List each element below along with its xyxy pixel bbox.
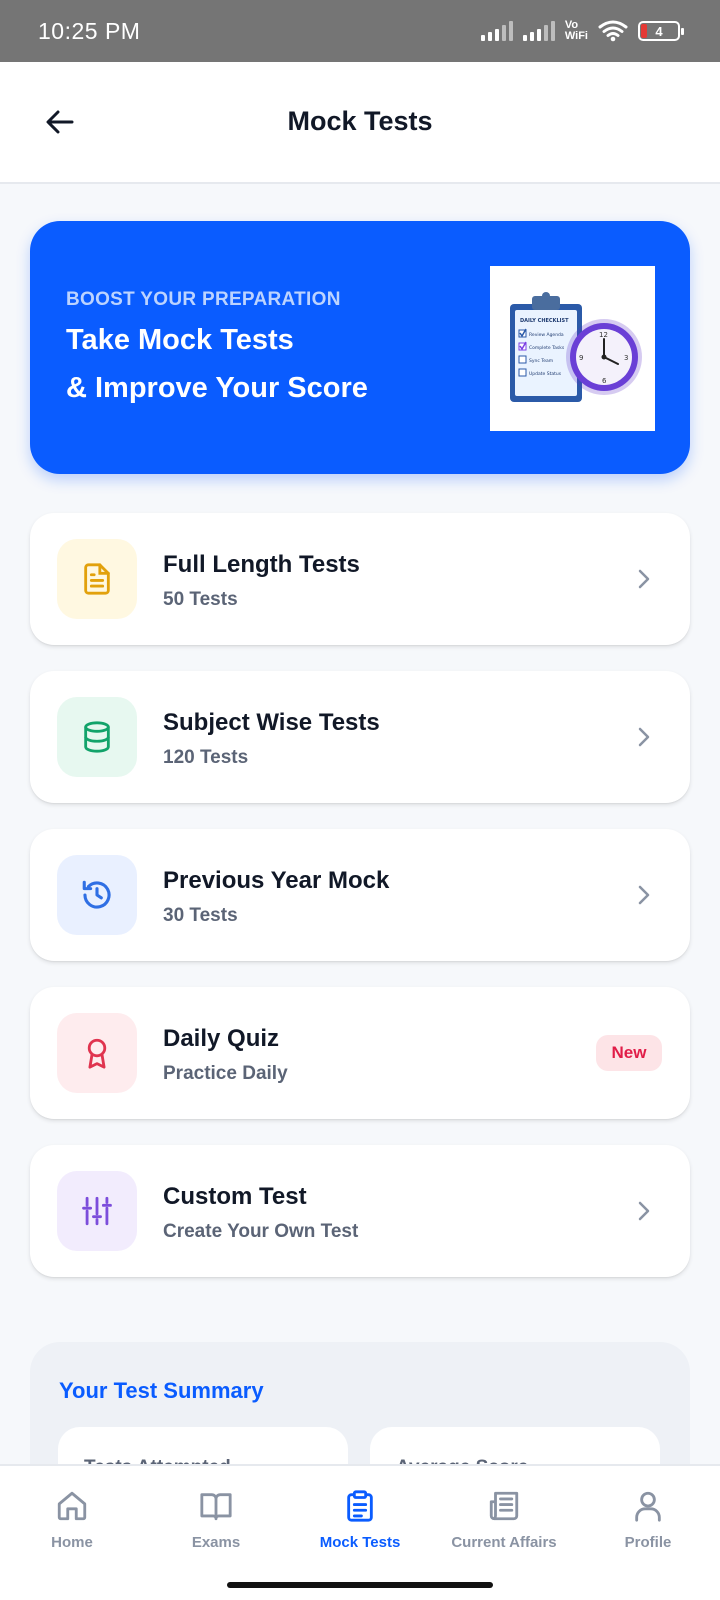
category-card-subject-wise[interactable]: Subject Wise Tests 120 Tests [30, 671, 690, 803]
promo-banner[interactable]: BOOST YOUR PREPARATION Take Mock Tests &… [30, 221, 690, 474]
book-icon [198, 1488, 234, 1524]
chevron-right-icon [632, 565, 656, 593]
clipboard-icon [342, 1488, 378, 1524]
nav-label: Exams [191, 1534, 241, 1551]
database-icon [84, 721, 110, 753]
user-icon [630, 1488, 666, 1524]
card-title: Subject Wise Tests [163, 709, 380, 736]
app-header: Mock Tests [0, 62, 720, 184]
signal-icon-2 [522, 21, 555, 41]
card-icon-tile [57, 855, 137, 935]
card-subtitle: 120 Tests [163, 747, 249, 768]
signal-icon [480, 21, 513, 41]
bottom-nav: Home Exams Mock Tests Current Affairs Pr… [0, 1464, 720, 1600]
checklist-clock-illustration: DAILY CHECKLIST Review Agenda Complete T… [509, 291, 642, 402]
nav-label: Current Affairs [451, 1534, 557, 1551]
svg-text:DAILY CHECKLIST: DAILY CHECKLIST [520, 318, 569, 324]
newspaper-icon [486, 1488, 522, 1524]
svg-text:9: 9 [579, 354, 583, 362]
svg-text:12: 12 [599, 331, 608, 339]
category-card-custom-test[interactable]: Custom Test Create Your Own Test [30, 1145, 690, 1277]
svg-text:Review Agenda: Review Agenda [529, 332, 564, 338]
banner-subheadline: & Improve Your Score [66, 372, 368, 404]
sliders-icon [82, 1196, 112, 1226]
vowifi-line2: WiFi [564, 30, 588, 42]
card-icon-tile [57, 1013, 137, 1093]
nav-mock-tests[interactable]: Mock Tests [288, 1488, 432, 1558]
nav-home[interactable]: Home [0, 1488, 144, 1558]
nav-exams[interactable]: Exams [144, 1488, 288, 1558]
card-title: Custom Test [163, 1183, 307, 1210]
nav-profile[interactable]: Profile [576, 1488, 720, 1558]
document-icon [84, 563, 110, 595]
nav-current-affairs[interactable]: Current Affairs [432, 1488, 576, 1558]
battery-icon: 4 [638, 21, 684, 41]
category-card-full-length[interactable]: Full Length Tests 50 Tests [30, 513, 690, 645]
svg-text:Complete Tasks: Complete Tasks [529, 345, 565, 351]
banner-headline: Take Mock Tests [66, 324, 294, 356]
page-title: Mock Tests [287, 106, 433, 136]
summary-title: Your Test Summary [59, 1378, 264, 1403]
card-subtitle: 30 Tests [163, 905, 238, 926]
svg-text:6: 6 [602, 377, 607, 385]
battery-level: 4 [655, 23, 663, 39]
card-icon-tile [57, 1171, 137, 1251]
card-icon-tile [57, 539, 137, 619]
category-card-daily-quiz[interactable]: Daily Quiz Practice Daily New [30, 987, 690, 1119]
status-time: 10:25 PM [38, 17, 141, 44]
card-subtitle: 50 Tests [163, 589, 238, 610]
card-subtitle: Create Your Own Test [163, 1221, 359, 1242]
nav-label: Home [51, 1534, 93, 1551]
banner-eyebrow: BOOST YOUR PREPARATION [66, 289, 341, 310]
nav-label: Mock Tests [319, 1534, 401, 1551]
card-title: Daily Quiz [163, 1025, 280, 1052]
status-icons: Vo WiFi 4 [480, 20, 684, 42]
svg-text:3: 3 [624, 354, 628, 362]
home-indicator[interactable] [227, 1582, 493, 1588]
banner-illustration: DAILY CHECKLIST Review Agenda Complete T… [490, 266, 655, 431]
vowifi-icon: Vo WiFi [565, 20, 588, 42]
award-icon [87, 1038, 107, 1069]
new-badge: New [596, 1035, 662, 1071]
home-icon [54, 1488, 90, 1524]
card-icon-tile [57, 697, 137, 777]
card-title: Full Length Tests [163, 551, 360, 578]
svg-text:Update Status: Update Status [529, 371, 562, 377]
wifi-icon [598, 20, 628, 42]
card-subtitle: Practice Daily [163, 1063, 288, 1084]
chevron-right-icon [632, 723, 656, 751]
nav-label: Profile [624, 1534, 672, 1551]
chevron-right-icon [632, 1197, 656, 1225]
status-bar: 10:25 PM Vo WiFi 4 [0, 0, 720, 62]
category-card-previous-year[interactable]: Previous Year Mock 30 Tests [30, 829, 690, 961]
history-icon [82, 880, 111, 909]
svg-text:Sync Team: Sync Team [529, 358, 553, 364]
card-title: Previous Year Mock [163, 867, 390, 894]
chevron-right-icon [632, 881, 656, 909]
